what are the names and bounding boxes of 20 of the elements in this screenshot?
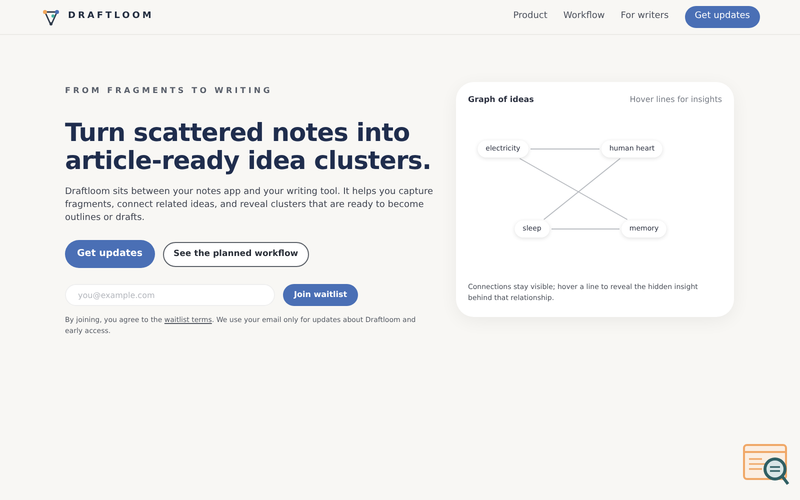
browser-search-icon	[742, 443, 792, 488]
get-updates-button[interactable]: Get updates	[65, 240, 155, 268]
card-title: Graph of ideas	[468, 94, 534, 106]
connection-line[interactable]	[519, 158, 628, 220]
eyebrow-text: FROM FRAGMENTS TO WRITING	[65, 85, 274, 97]
brand-name: DRAFTLOOM	[68, 10, 154, 24]
logo-icon	[42, 8, 60, 26]
connection-line[interactable]	[543, 158, 621, 220]
email-field[interactable]: you@example.com	[65, 284, 275, 306]
card-hint: Hover lines for insights	[630, 94, 722, 106]
nav-link[interactable]: For writers	[620, 10, 669, 24]
nav-link[interactable]: Workflow	[563, 10, 605, 24]
join-waitlist-button[interactable]: Join waitlist	[283, 284, 358, 306]
connection-line[interactable]	[530, 148, 600, 150]
hero-title: Turn scattered notes into article-ready idea clusters.	[65, 119, 432, 174]
connection-line[interactable]	[551, 228, 620, 230]
hero-description: Draftloom sits between your notes app and your writing tool. It helps you capture fragments, connect related ideas, and reveal clusters that are ready to become outlines or drafts.	[65, 186, 434, 226]
get-updates-button[interactable]: Get updates	[684, 6, 760, 28]
nav-link[interactable]: Product	[513, 10, 548, 24]
workflow-button[interactable]: See the planned workflow	[162, 242, 310, 267]
